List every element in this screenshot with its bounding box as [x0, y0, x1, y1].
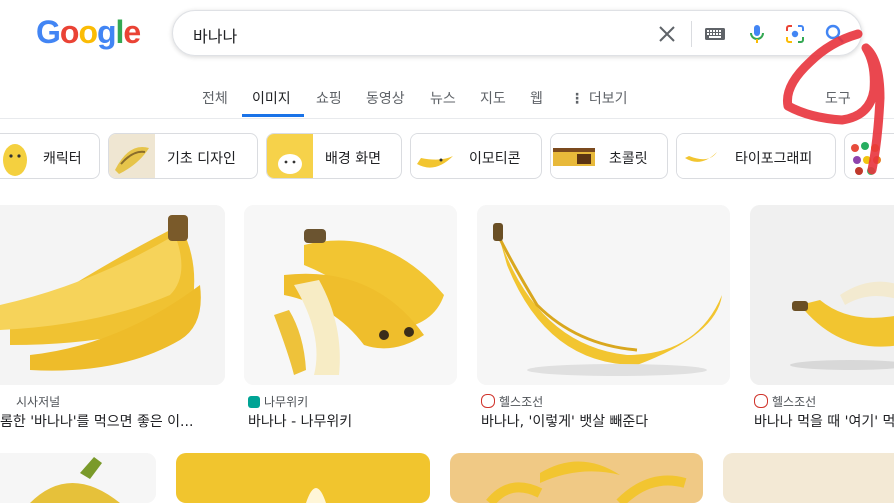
- chip-label: 이모티콘: [469, 151, 521, 167]
- close-icon[interactable]: [655, 22, 679, 46]
- chip-label: 캐릭터: [43, 151, 82, 167]
- chip-label: 초콜릿: [609, 151, 648, 167]
- tab-more[interactable]: ⋮ 더보기: [570, 88, 628, 108]
- chip-wallpaper[interactable]: 배경 화면: [266, 133, 402, 179]
- result-source[interactable]: 헬스조선: [481, 393, 543, 410]
- chip-thumbnail: [677, 134, 723, 178]
- favicon: [754, 394, 768, 408]
- banana-image: [450, 453, 703, 503]
- tab-maps[interactable]: 지도: [480, 88, 506, 108]
- result-title[interactable]: 바나나, '이렇게' 뱃살 빼준다: [481, 411, 648, 431]
- chip-basic-design[interactable]: 기초 디자인: [108, 133, 258, 179]
- banana-image: [0, 453, 156, 503]
- chip-label: 배경 화면: [325, 151, 381, 167]
- result-title[interactable]: 바나나 - 나무위키: [248, 411, 352, 431]
- chip-thumbnail: [0, 134, 37, 178]
- search-box[interactable]: 바나나: [172, 10, 862, 56]
- single-banana-image: [477, 205, 730, 385]
- chip-thumbnail: [109, 134, 155, 178]
- image-result-8[interactable]: [723, 453, 894, 503]
- tab-shopping[interactable]: 쇼핑: [316, 88, 342, 108]
- banana-image: [723, 453, 894, 503]
- chip-character[interactable]: 캐릭터: [0, 133, 100, 179]
- search-tabs: 전체 이미지 쇼핑 동영상 뉴스 지도 웹 ⋮ 더보기 도구: [0, 86, 894, 120]
- peeled-banana-image: [244, 205, 457, 385]
- banana-image: [176, 453, 430, 503]
- chip-thumbnail: [551, 134, 597, 178]
- mic-icon[interactable]: [745, 22, 769, 46]
- image-result-7[interactable]: [450, 453, 703, 503]
- chip-thumbnail: [411, 134, 457, 178]
- image-result-6[interactable]: [176, 453, 430, 503]
- result-thumbnail[interactable]: [0, 205, 225, 385]
- favicon: [248, 396, 260, 408]
- keyboard-icon[interactable]: [703, 22, 727, 46]
- more-vert-icon: ⋮: [570, 91, 589, 107]
- result-title[interactable]: 바나나 먹을 때 '여기' 먹: [754, 411, 894, 431]
- result-thumbnail[interactable]: [477, 205, 730, 385]
- result-source[interactable]: 헬스조선: [754, 393, 816, 410]
- half-peeled-banana-image: [750, 205, 894, 385]
- chip-chocolate[interactable]: 초콜릿: [550, 133, 668, 179]
- tabs-divider: [0, 118, 894, 119]
- favicon: [481, 394, 495, 408]
- result-thumbnail[interactable]: [750, 205, 894, 385]
- tab-more-label: 더보기: [588, 91, 628, 107]
- tab-videos[interactable]: 동영상: [366, 88, 405, 108]
- result-title[interactable]: 롬한 '바나나'를 먹으면 좋은 이...: [0, 411, 193, 431]
- chip-emoticon[interactable]: 이모티콘: [410, 133, 542, 179]
- red-annotation-circle: [782, 29, 885, 175]
- google-logo[interactable]: Google: [36, 14, 141, 51]
- tab-web[interactable]: 웹: [530, 88, 543, 108]
- image-result-5[interactable]: [0, 453, 156, 503]
- result-source[interactable]: 시사저널: [0, 393, 60, 410]
- result-source[interactable]: 나무위키: [248, 393, 308, 410]
- tab-news[interactable]: 뉴스: [430, 88, 456, 108]
- banana-bunch-image: [0, 205, 225, 385]
- result-thumbnail[interactable]: [244, 205, 457, 385]
- favicon: [0, 396, 12, 408]
- active-tab-indicator: [242, 114, 304, 117]
- search-input[interactable]: 바나나: [193, 23, 237, 47]
- tab-images[interactable]: 이미지: [252, 88, 291, 108]
- search-divider: [691, 21, 692, 47]
- chip-thumbnail: [267, 134, 313, 178]
- tab-all[interactable]: 전체: [202, 88, 228, 108]
- chip-label: 기초 디자인: [167, 151, 236, 167]
